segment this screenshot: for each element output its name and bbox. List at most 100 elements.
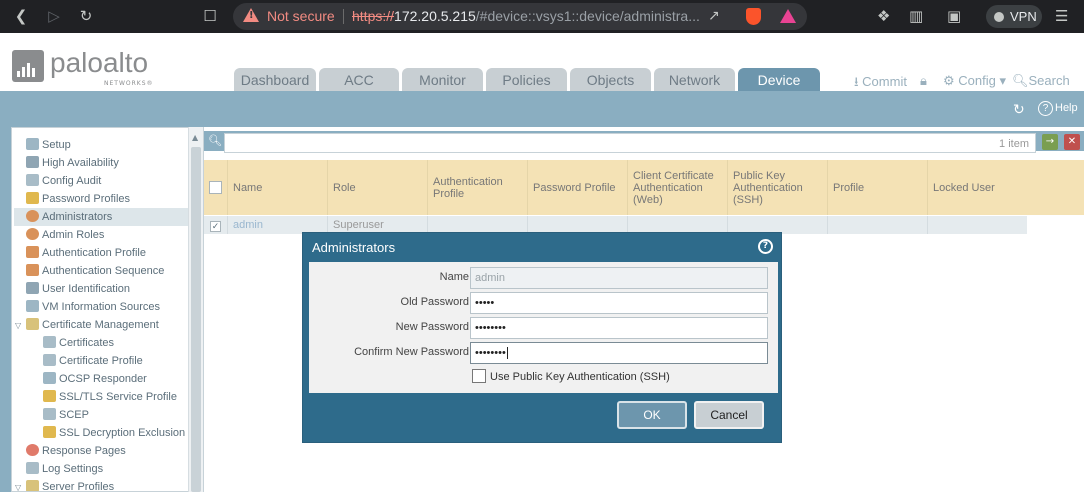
filter-search-icon: 🔍︎ <box>208 134 222 147</box>
wallet-icon[interactable]: ▣ <box>947 7 961 25</box>
dialog-help-icon[interactable]: ? <box>758 239 773 254</box>
old-password-label: Old Password <box>400 296 469 308</box>
sidebar-item-scep[interactable]: SCEP <box>43 406 89 424</box>
certificate-management-icon <box>26 318 39 330</box>
log-settings-icon <box>26 462 39 474</box>
brave-shield-icon[interactable] <box>746 8 761 25</box>
scep-icon <box>43 408 56 420</box>
address-bar[interactable]: Not secure https://172.20.5.215/#device:… <box>233 3 807 30</box>
search-button[interactable]: 🔍︎Search <box>1012 73 1070 89</box>
device-sidebar: Setup High Availability Config Audit Pas… <box>11 127 204 492</box>
scrollbar-thumb[interactable] <box>191 147 201 492</box>
sidebar-item-certificate-profile[interactable]: Certificate Profile <box>43 352 143 370</box>
filter-input[interactable]: 1 item <box>224 133 1036 153</box>
sidebar-item-config-audit[interactable]: Config Audit <box>26 172 101 190</box>
sidebar-item-high-availability[interactable]: High Availability <box>26 154 119 172</box>
refresh-icon[interactable]: ↻ <box>1013 102 1025 118</box>
apply-filter-button[interactable]: → <box>1042 134 1058 150</box>
collapse-icon[interactable]: ▽ <box>15 483 21 491</box>
sidebar-item-user-identification[interactable]: User Identification <box>26 280 130 298</box>
tab-policies[interactable]: Policies <box>486 68 567 91</box>
sidebar-item-response-pages[interactable]: Response Pages <box>26 442 126 460</box>
admin-roles-icon <box>26 228 39 240</box>
sidebar-scrollbar[interactable]: ▲ <box>188 127 203 492</box>
tab-acc[interactable]: ACC <box>319 68 399 91</box>
sidebar-item-certificates[interactable]: Certificates <box>43 334 114 352</box>
help-button[interactable]: ? Help <box>1038 101 1078 116</box>
column-role[interactable]: Role <box>328 160 428 215</box>
clear-filter-button[interactable]: ✕ <box>1064 134 1080 150</box>
cancel-button[interactable]: Cancel <box>694 401 764 429</box>
ssl-tls-service-profile-icon <box>43 390 56 402</box>
authentication-sequence-icon <box>26 264 39 276</box>
collapse-icon[interactable]: ▽ <box>15 321 21 330</box>
tab-network[interactable]: Network <box>654 68 735 91</box>
config-button[interactable]: ⚙ Config ▾ <box>943 73 1006 89</box>
sidebar-item-setup[interactable]: Setup <box>26 136 71 154</box>
column-authentication-profile[interactable]: Authentication Profile <box>428 160 528 215</box>
column-public-key-authentication[interactable]: Public Key Authentication (SSH) <box>728 160 828 215</box>
tab-device[interactable]: Device <box>738 68 820 91</box>
ok-button[interactable]: OK <box>617 401 687 429</box>
sidebar-item-server-profiles[interactable]: Server Profiles <box>26 478 114 491</box>
menu-icon[interactable]: ☰ <box>1055 7 1068 25</box>
column-client-certificate-authentication[interactable]: Client Certificate Authentication (Web) <box>628 160 728 215</box>
sidebar-item-ssl-decryption-exclusion[interactable]: SSL Decryption Exclusion <box>43 424 185 442</box>
confirm-password-field[interactable]: •••••••• <box>470 342 768 364</box>
tab-monitor[interactable]: Monitor <box>402 68 483 91</box>
new-password-field[interactable]: •••••••• <box>470 317 768 339</box>
administrators-icon <box>26 210 39 222</box>
sidebar-item-authentication-sequence[interactable]: Authentication Sequence <box>26 262 164 280</box>
sidebar-item-vm-information-sources[interactable]: VM Information Sources <box>26 298 160 316</box>
tab-dashboard[interactable]: Dashboard <box>234 68 316 91</box>
column-locked-user[interactable]: Locked User <box>928 160 1028 215</box>
column-password-profile[interactable]: Password Profile <box>528 160 628 215</box>
sidebar-item-certificate-management[interactable]: Certificate Management <box>26 316 159 334</box>
sidebar-item-password-profiles[interactable]: Password Profiles <box>26 190 130 208</box>
sidebar-item-authentication-profile[interactable]: Authentication Profile <box>26 244 146 262</box>
bookmark-icon[interactable]: ☐ <box>201 7 219 25</box>
sidebar-item-admin-roles[interactable]: Admin Roles <box>26 226 104 244</box>
brave-rewards-icon[interactable] <box>780 9 796 23</box>
dialog-body: Name admin Old Password ••••• New Passwo… <box>309 262 778 393</box>
server-profiles-icon <box>26 480 39 491</box>
vpn-button[interactable]: VPN <box>986 5 1042 28</box>
select-all-checkbox[interactable] <box>204 160 228 215</box>
row-locked-user <box>928 216 1027 234</box>
lock-icon[interactable]: 🔒︎ <box>920 73 927 89</box>
app-header: paloalto NETWORKS® Dashboard ACC Monitor… <box>0 33 1084 91</box>
sidebar-item-administrators[interactable]: Administrators <box>14 208 188 226</box>
name-field: admin <box>470 267 768 289</box>
row-checkbox[interactable]: ✓ <box>204 216 228 234</box>
sidebar-item-log-settings[interactable]: Log Settings <box>26 460 103 478</box>
warning-icon <box>243 8 259 22</box>
column-name[interactable]: Name <box>228 160 328 215</box>
not-secure-label[interactable]: Not secure <box>267 8 335 24</box>
config-audit-icon <box>26 174 39 186</box>
column-profile[interactable]: Profile <box>828 160 928 215</box>
certificate-profile-icon <box>43 354 56 366</box>
old-password-field[interactable]: ••••• <box>470 292 768 314</box>
vpn-status-icon <box>994 12 1004 22</box>
back-icon[interactable]: ❮ <box>12 7 30 25</box>
public-key-auth-option[interactable]: Use Public Key Authentication (SSH) <box>472 369 670 383</box>
public-key-auth-checkbox[interactable] <box>472 369 486 383</box>
reload-icon[interactable]: ↻ <box>77 7 95 25</box>
vm-information-sources-icon <box>26 300 39 312</box>
forward-icon[interactable]: ▷ <box>45 7 63 25</box>
url-separator <box>343 9 344 24</box>
sidebar-toggle-icon[interactable]: ▥ <box>909 7 923 25</box>
ssl-decryption-exclusion-icon <box>43 426 56 438</box>
extensions-icon[interactable]: ❖ <box>877 7 890 25</box>
tab-objects[interactable]: Objects <box>570 68 651 91</box>
scroll-up-icon[interactable]: ▲ <box>192 133 198 142</box>
setup-icon <box>26 138 39 150</box>
new-password-label: New Password <box>395 321 469 333</box>
logo-text: paloalto <box>50 47 149 78</box>
share-icon[interactable]: ↗ <box>708 8 720 24</box>
administrators-dialog: Administrators ? Name admin Old Password… <box>302 232 782 443</box>
sidebar-item-ssl-tls-service-profile[interactable]: SSL/TLS Service Profile <box>43 388 177 406</box>
password-profiles-icon <box>26 192 39 204</box>
url-text[interactable]: https://172.20.5.215/#device::vsys1::dev… <box>352 8 700 24</box>
sidebar-item-ocsp-responder[interactable]: OCSP Responder <box>43 370 147 388</box>
